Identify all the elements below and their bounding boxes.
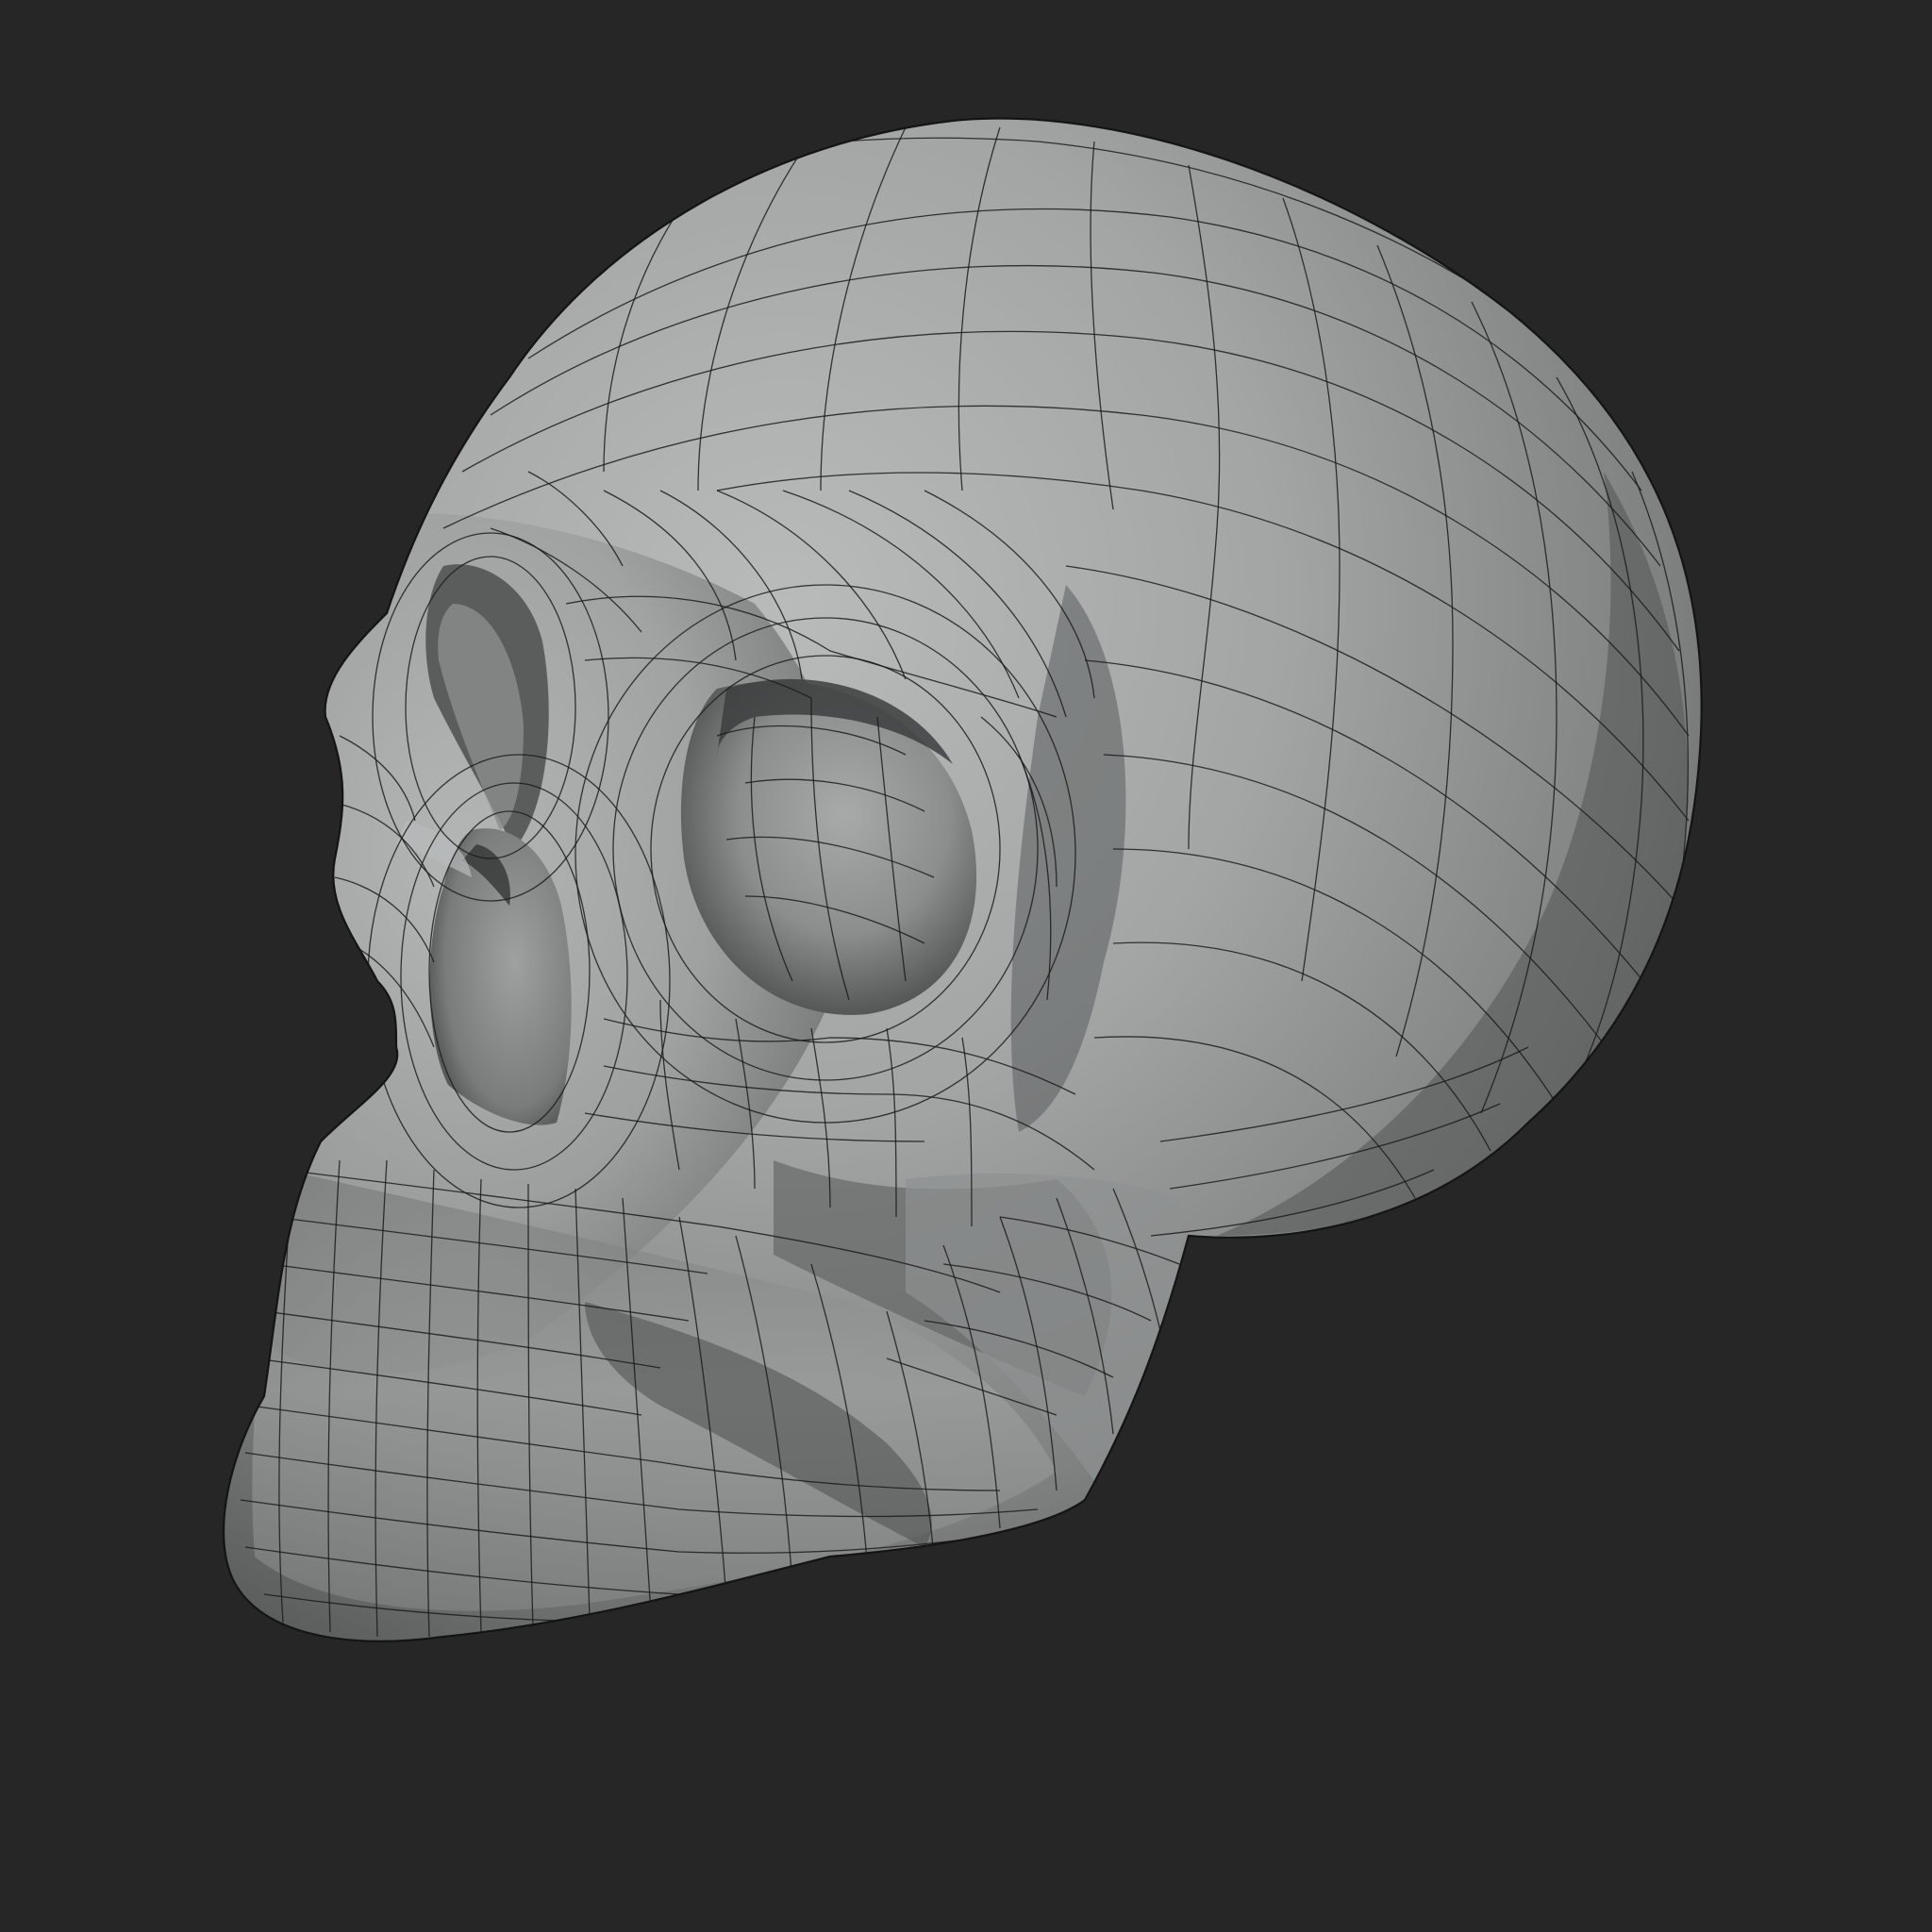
viewport-3d[interactable] (0, 0, 1932, 1932)
skull-render (0, 0, 1932, 1932)
